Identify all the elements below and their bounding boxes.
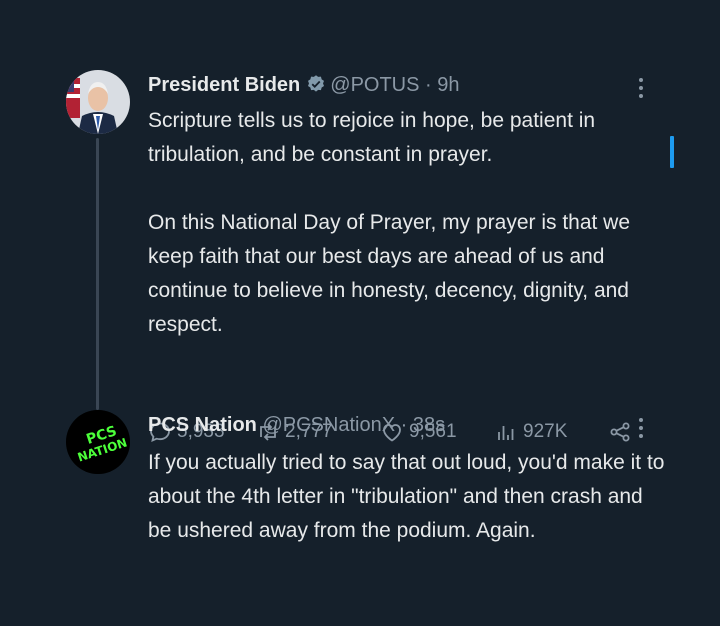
tweet-header: PCS Nation @PCSNationX · 38s xyxy=(148,412,445,438)
tweet-text: Scripture tells us to rejoice in hope, b… xyxy=(148,109,631,336)
tweet-text: If you actually tried to say that out lo… xyxy=(148,451,671,542)
views-count: 927K xyxy=(523,421,568,442)
views-icon xyxy=(498,426,514,440)
thread-connector xyxy=(96,138,99,410)
timestamp[interactable]: 9h xyxy=(437,74,459,96)
author-handle[interactable]: @POTUS xyxy=(330,74,419,96)
tweet-header: President Biden @POTUS · 9h xyxy=(148,72,460,98)
avatar-potus[interactable] xyxy=(66,70,130,134)
avatar-pcs-nation[interactable]: PCS NATION xyxy=(66,410,130,474)
more-icon[interactable] xyxy=(636,78,646,100)
verified-badge-icon xyxy=(306,74,326,94)
timestamp[interactable]: 38s xyxy=(413,414,445,436)
scrollbar-thumb[interactable] xyxy=(670,136,674,168)
views-button[interactable]: 927K xyxy=(494,420,567,444)
share-button[interactable] xyxy=(608,420,637,444)
share-icon xyxy=(610,422,630,442)
author-handle[interactable]: @PCSNationX xyxy=(262,414,395,436)
author-name[interactable]: PCS Nation xyxy=(148,414,257,436)
more-icon[interactable] xyxy=(636,418,646,440)
separator: · xyxy=(400,414,408,436)
author-name[interactable]: President Biden xyxy=(148,74,300,96)
separator: · xyxy=(425,74,432,96)
